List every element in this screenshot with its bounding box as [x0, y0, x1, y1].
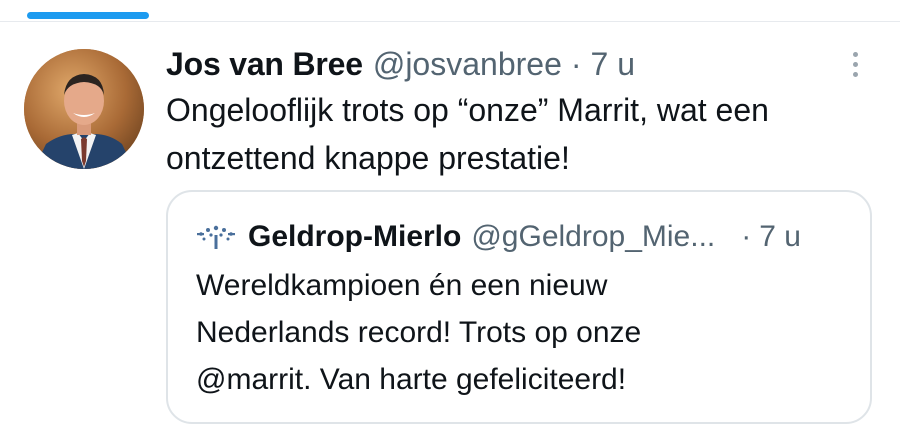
avatar[interactable]	[24, 49, 144, 169]
divider	[0, 21, 900, 22]
more-options-icon[interactable]	[840, 46, 870, 82]
quoted-tweet-header: Geldrop-Mierlo @gGeldrop_Mie... · 7 u	[196, 214, 801, 260]
user-avatar-icon	[24, 49, 144, 169]
quoted-tweet-text: Wereldkampioen én een nieuw Nederlands r…	[196, 262, 846, 403]
quoted-text-line: Nederlands record! Trots op onze	[196, 316, 642, 349]
separator-dot: ·	[570, 46, 582, 82]
author-name[interactable]: Jos van Bree	[166, 40, 363, 88]
quoted-timestamp[interactable]: 7 u	[759, 214, 801, 260]
tweet-page: Jos van Bree @josvanbree · 7 u Ongeloofl…	[0, 0, 900, 428]
geldrop-mierlo-logo-icon	[196, 222, 236, 252]
quoted-author-name[interactable]: Geldrop-Mierlo	[248, 214, 461, 260]
quoted-author-handle[interactable]: @gGeldrop_Mie...	[471, 214, 715, 260]
tweet-text: Ongelooflijk trots op “onze” Marrit, wat…	[166, 86, 866, 182]
quoted-tweet-card[interactable]: Geldrop-Mierlo @gGeldrop_Mie... · 7 u We…	[166, 190, 872, 424]
quoted-text-line: @marrit. Van harte gefeliciteerd!	[196, 363, 627, 396]
timestamp[interactable]: 7 u	[591, 40, 635, 88]
tweet-text-line: Ongelooflijk trots op “onze” Marrit, wat…	[166, 92, 769, 128]
quoted-text-line: Wereldkampioen én een nieuw	[196, 269, 608, 302]
separator-dot: ·	[741, 220, 752, 253]
active-tab-indicator	[27, 12, 149, 19]
tweet-header: Jos van Bree @josvanbree · 7 u	[166, 40, 635, 88]
author-handle[interactable]: @josvanbree	[373, 40, 562, 88]
tweet-text-line: ontzettend knappe prestatie!	[166, 140, 570, 176]
